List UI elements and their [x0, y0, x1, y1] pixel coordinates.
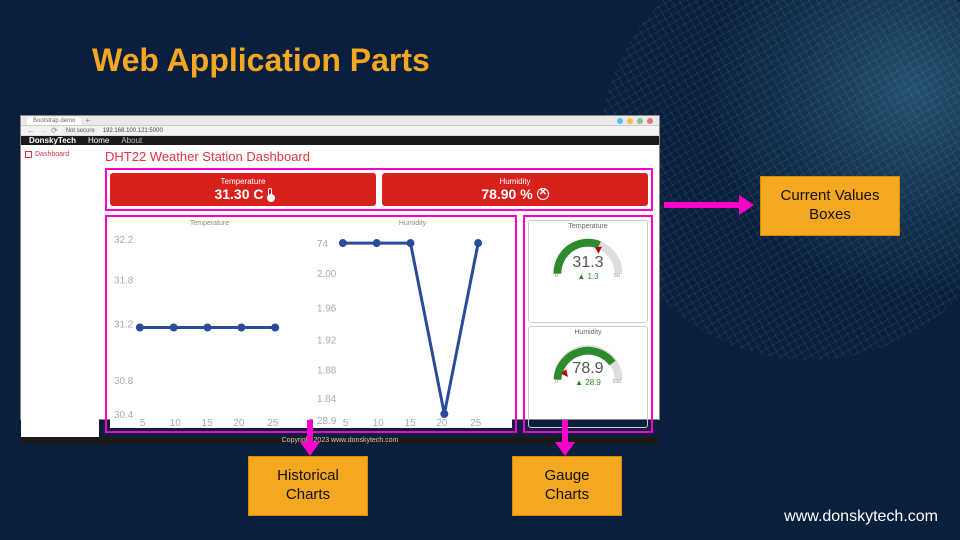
dot-icon: [637, 118, 643, 124]
main-content: DHT22 Weather Station Dashboard Temperat…: [99, 145, 659, 437]
window-controls: [617, 118, 653, 124]
dot-icon: [627, 118, 633, 124]
chart-title: Humidity: [313, 220, 512, 227]
site-url: www.donskytech.com: [784, 508, 938, 526]
gauge-charts: Temperature 0 50 31.3 ▲ 1.3 Humidity: [523, 215, 653, 433]
svg-text:74: 74: [317, 239, 329, 250]
reload-icon[interactable]: ⟳: [51, 126, 58, 135]
gauge-value: 78.9: [572, 360, 603, 378]
temperature-chart: Temperature 32.2 31.8 31.2 30.8 30.4: [110, 220, 309, 428]
gauge-max: 50: [614, 273, 620, 278]
nav-home[interactable]: Home: [88, 136, 109, 145]
callout-historical-charts: HistoricalCharts: [248, 456, 368, 516]
dot-icon: [617, 118, 623, 124]
gauge-value: 31.3: [572, 254, 603, 272]
svg-text:1.96: 1.96: [317, 303, 337, 314]
svg-text:10: 10: [170, 418, 182, 428]
browser-url-bar: ← → ⟳ Not secure 192.168.100.121:5000: [21, 126, 659, 136]
gauge-min: 0: [555, 379, 558, 384]
svg-text:1.84: 1.84: [317, 394, 337, 405]
dashboard-icon: [25, 151, 32, 158]
callout-current-values: Current ValuesBoxes: [760, 176, 900, 236]
historical-charts: Temperature 32.2 31.8 31.2 30.8 30.4: [105, 215, 517, 433]
gauge-delta: ▲ 1.3: [577, 272, 598, 281]
gauge-title: Temperature: [568, 223, 607, 230]
svg-text:25: 25: [470, 418, 482, 428]
svg-text:1.92: 1.92: [317, 336, 337, 347]
url-text[interactable]: 192.168.100.121:5000: [103, 128, 163, 134]
svg-text:30.8: 30.8: [114, 376, 134, 387]
svg-text:31.2: 31.2: [114, 319, 134, 330]
slide-title: Web Application Parts: [92, 42, 430, 79]
svg-text:10: 10: [373, 418, 385, 428]
browser-tab[interactable]: Bootstrap demo: [27, 117, 81, 125]
app-screenshot: Bootstrap demo + ← → ⟳ Not secure 192.16…: [20, 115, 660, 420]
sidebar: Dashboard: [21, 145, 99, 437]
svg-text:15: 15: [202, 418, 214, 428]
svg-text:31.8: 31.8: [114, 275, 134, 286]
svg-text:1.88: 1.88: [317, 366, 337, 377]
svg-text:32.2: 32.2: [114, 235, 134, 246]
thermometer-icon: [268, 188, 272, 200]
current-values-boxes: Temperature 31.30 C Humidity 78.90 %: [105, 168, 653, 211]
chart-title: Temperature: [110, 220, 309, 227]
dot-icon: [647, 118, 653, 124]
box-value: 78.90 %: [481, 186, 532, 202]
humidity-box: Humidity 78.90 %: [382, 173, 648, 206]
svg-text:25: 25: [267, 418, 279, 428]
security-badge: Not secure: [62, 128, 99, 134]
forward-icon[interactable]: →: [39, 126, 47, 135]
svg-text:15: 15: [405, 418, 417, 428]
svg-text:5: 5: [343, 418, 349, 428]
temperature-box: Temperature 31.30 C: [110, 173, 376, 206]
arrow-icon: [555, 420, 575, 461]
sidebar-item-dashboard[interactable]: Dashboard: [25, 151, 95, 158]
page-title: DHT22 Weather Station Dashboard: [105, 149, 653, 164]
box-value: 31.30 C: [214, 186, 263, 202]
gauge-min: 0: [555, 273, 558, 278]
gauge-max: 100: [612, 379, 621, 384]
callout-gauge-charts: GaugeCharts: [512, 456, 622, 516]
box-label: Humidity: [499, 177, 530, 186]
temperature-gauge: Temperature 0 50 31.3 ▲ 1.3: [528, 220, 648, 323]
humidity-gauge: Humidity 0 100 78.9 ▲ 28.9: [528, 326, 648, 429]
sidebar-item-label: Dashboard: [35, 151, 69, 158]
arrow-icon: [300, 420, 320, 461]
humidity-icon: [537, 188, 549, 200]
svg-text:5: 5: [140, 418, 146, 428]
nav-about[interactable]: About: [121, 136, 142, 145]
app-navbar: DonskyTech Home About: [21, 136, 659, 145]
box-label: Temperature: [221, 177, 266, 186]
back-icon[interactable]: ←: [27, 126, 35, 135]
svg-text:20: 20: [436, 418, 448, 428]
new-tab-button[interactable]: +: [85, 116, 90, 125]
gauge-delta: ▲ 28.9: [575, 378, 601, 387]
svg-text:20: 20: [233, 418, 245, 428]
browser-tab-bar: Bootstrap demo +: [21, 116, 659, 126]
gauge-title: Humidity: [574, 329, 601, 336]
humidity-chart: Humidity 74 2.00 1.96 1.92 1.88 1.84 28.…: [313, 220, 512, 428]
svg-text:30.4: 30.4: [114, 410, 134, 421]
brand-label[interactable]: DonskyTech: [29, 136, 76, 145]
svg-text:2.00: 2.00: [317, 269, 337, 280]
arrow-icon: [664, 195, 754, 220]
